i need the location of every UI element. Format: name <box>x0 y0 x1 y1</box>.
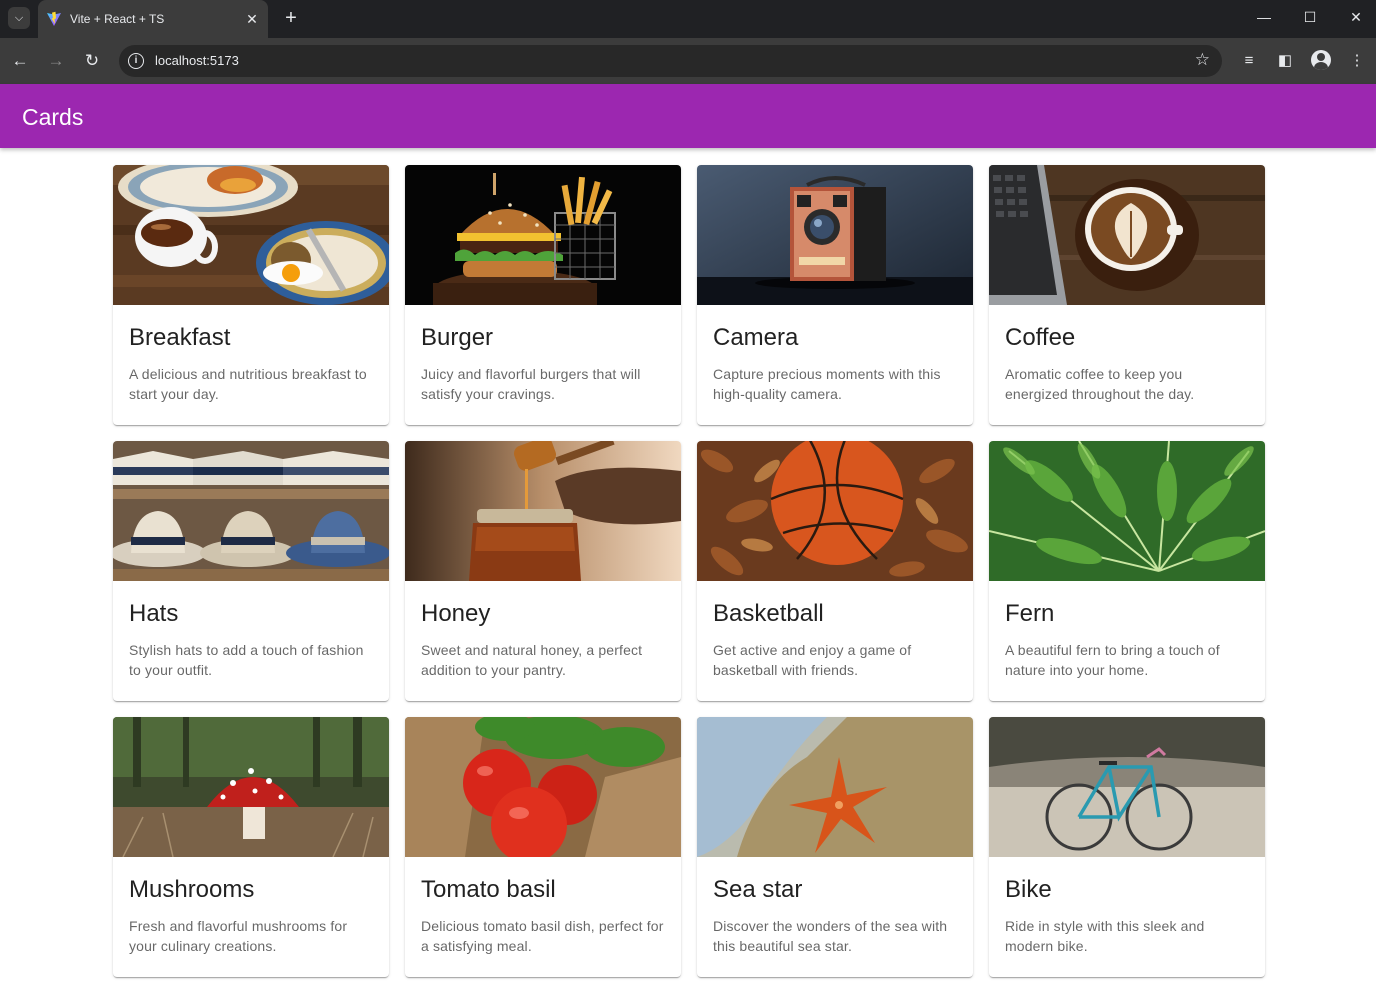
bookmark-star-icon[interactable]: ☆ <box>1195 50 1210 70</box>
card-description: A delicious and nutritious breakfast to … <box>129 366 367 402</box>
card-grid: Breakfast A delicious and nutritious bre… <box>113 165 1265 977</box>
basketball-photo <box>697 441 973 581</box>
tab-close-icon[interactable]: ✕ <box>242 11 262 28</box>
browser-tab-strip: ⌵ Vite + React + TS ✕ + — ☐ ✕ <box>0 0 1376 38</box>
card-burger[interactable]: Burger Juicy and flavorful burgers that … <box>405 165 681 425</box>
card-title: Burger <box>421 324 494 351</box>
reading-list-icon[interactable]: ≡ <box>1237 49 1261 73</box>
forward-icon[interactable]: → <box>44 49 68 73</box>
card-description: Juicy and flavorful burgers that will sa… <box>421 366 641 402</box>
card-camera[interactable]: Camera Capture precious moments with thi… <box>697 165 973 425</box>
card-sea-star[interactable]: Sea star Discover the wonders of the sea… <box>697 717 973 977</box>
card-title: Mushrooms <box>129 876 255 903</box>
burger-photo <box>405 165 681 305</box>
card-description: Stylish hats to add a touch of fashion t… <box>129 642 364 678</box>
card-title: Camera <box>713 324 799 351</box>
card-title: Honey <box>421 600 491 627</box>
mushrooms-photo <box>113 717 389 857</box>
card-description: Sweet and natural honey, a perfect addit… <box>421 642 643 678</box>
card-title: Sea star <box>713 876 803 903</box>
sea-star-photo <box>697 717 973 857</box>
camera-photo <box>697 165 973 305</box>
app-title: Cards <box>22 104 84 130</box>
card-title: Fern <box>1005 600 1055 627</box>
tab-title: Vite + React + TS <box>70 12 165 26</box>
honey-photo <box>405 441 681 581</box>
url-text[interactable]: localhost:5173 <box>155 53 239 68</box>
card-description: Capture precious moments with this high-… <box>713 366 941 402</box>
app-bar: Cards <box>0 84 1376 148</box>
card-description: Delicious tomato basil dish, perfect for… <box>421 918 664 954</box>
coffee-photo <box>989 165 1265 305</box>
browser-toolbar: ← → ↻ i localhost:5173 ☆ ≡ ◧ ⋮ <box>0 38 1376 84</box>
bike-photo <box>989 717 1265 857</box>
reload-icon[interactable]: ↻ <box>80 49 104 73</box>
site-info-icon[interactable]: i <box>128 53 144 69</box>
card-description: Get active and enjoy a game of basketbal… <box>713 642 912 678</box>
card-title: Tomato basil <box>421 876 556 903</box>
card-fern[interactable]: Fern A beautiful fern to bring a touch o… <box>989 441 1265 701</box>
tomato-basil-photo <box>405 717 681 857</box>
card-title: Breakfast <box>129 324 231 351</box>
card-description: Fresh and flavorful mushrooms for your c… <box>129 918 348 954</box>
card-breakfast[interactable]: Breakfast A delicious and nutritious bre… <box>113 165 389 425</box>
card-title: Coffee <box>1005 324 1076 351</box>
profile-avatar-icon[interactable] <box>1311 50 1331 70</box>
card-tomato-basil[interactable]: Tomato basil Delicious tomato basil dish… <box>405 717 681 977</box>
card-coffee[interactable]: Coffee Aromatic coffee to keep you energ… <box>989 165 1265 425</box>
card-description: A beautiful fern to bring a touch of nat… <box>1005 642 1220 678</box>
card-honey[interactable]: Honey Sweet and natural honey, a perfect… <box>405 441 681 701</box>
browser-tab[interactable]: Vite + React + TS ✕ <box>38 0 268 38</box>
close-window-icon[interactable]: ✕ <box>1333 0 1376 34</box>
breakfast-photo <box>113 165 389 305</box>
side-panel-icon[interactable]: ◧ <box>1273 49 1297 73</box>
menu-kebab-icon[interactable]: ⋮ <box>1345 49 1369 73</box>
card-description: Ride in style with this sleek and modern… <box>1005 918 1205 954</box>
fern-photo <box>989 441 1265 581</box>
address-bar[interactable]: i localhost:5173 ☆ <box>119 45 1222 77</box>
card-mushrooms[interactable]: Mushrooms Fresh and flavorful mushrooms … <box>113 717 389 977</box>
tab-search-icon[interactable]: ⌵ <box>8 7 30 29</box>
maximize-icon[interactable]: ☐ <box>1287 0 1333 34</box>
card-title: Hats <box>129 600 179 627</box>
card-title: Bike <box>1005 876 1052 903</box>
card-title: Basketball <box>713 600 824 627</box>
card-hats[interactable]: Hats Stylish hats to add a touch of fash… <box>113 441 389 701</box>
card-basketball[interactable]: Basketball Get active and enjoy a game o… <box>697 441 973 701</box>
back-icon[interactable]: ← <box>8 49 32 73</box>
card-bike[interactable]: Bike Ride in style with this sleek and m… <box>989 717 1265 977</box>
minimize-icon[interactable]: — <box>1241 0 1287 34</box>
vite-logo-icon <box>47 11 61 26</box>
card-description: Discover the wonders of the sea with thi… <box>713 918 948 954</box>
card-description: Aromatic coffee to keep you energized th… <box>1005 366 1195 402</box>
hats-photo <box>113 441 389 581</box>
new-tab-icon[interactable]: + <box>280 6 302 30</box>
